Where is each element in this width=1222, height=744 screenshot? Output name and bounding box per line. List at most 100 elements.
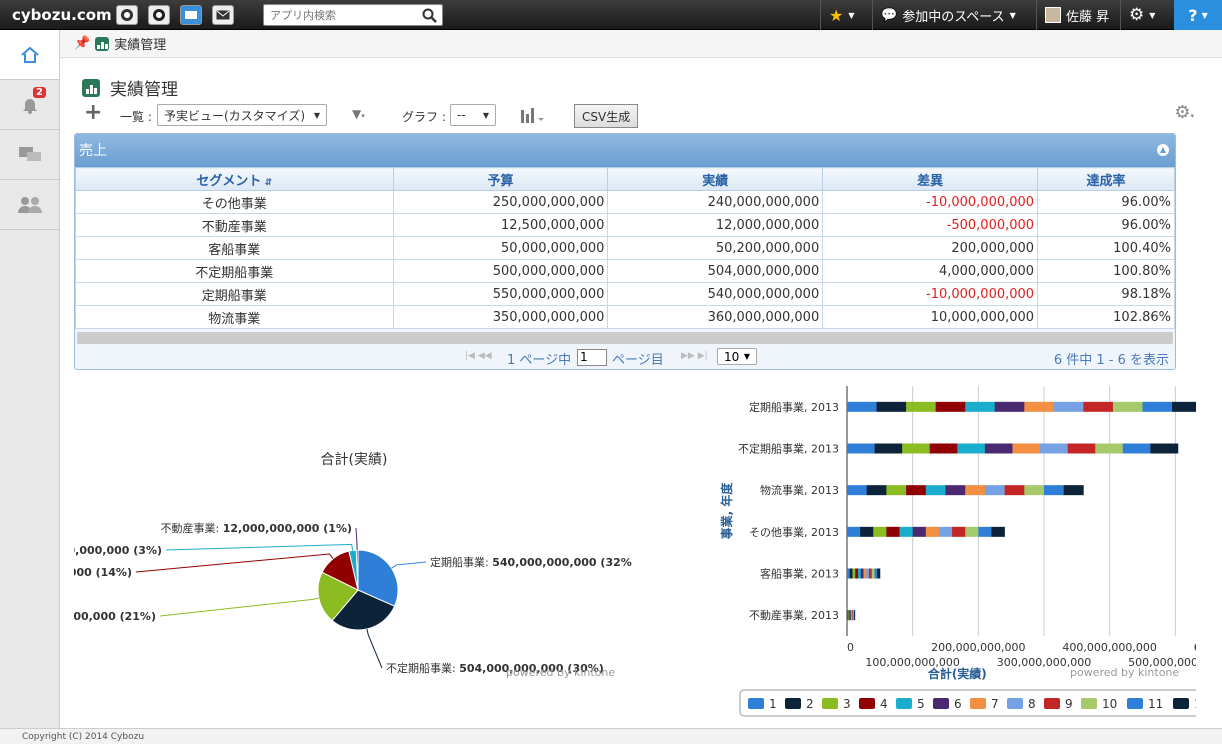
bar-segment[interactable] [1004,485,1025,496]
bar-segment[interactable] [866,485,887,496]
bar-segment[interactable] [965,485,986,496]
bar-segment[interactable] [994,401,1025,412]
bar-segment[interactable] [854,610,856,621]
chart-type-icon[interactable] [520,106,546,127]
bar-segment[interactable] [925,485,946,496]
legend-swatch[interactable] [1127,698,1143,709]
garoon-icon[interactable] [116,5,138,25]
legend-label[interactable]: 1 [769,697,777,711]
legend-swatch[interactable] [822,698,838,709]
bar-segment[interactable] [978,526,992,537]
column-header[interactable]: 実績 [607,167,824,191]
mail-icon[interactable] [212,5,234,25]
table-row[interactable]: 物流事業 350,000,000,000 360,000,000,000 10,000… [75,305,1175,329]
bar-segment[interactable] [945,485,966,496]
bar-segment[interactable] [874,443,903,454]
sidebar-item-people[interactable] [0,180,59,230]
view-select[interactable]: 予実ビュー(カスタマイズ) ▼ [157,104,327,126]
add-record-icon[interactable]: + [84,100,102,125]
bar-segment[interactable] [935,401,966,412]
bar-segment[interactable] [912,526,927,537]
legend-swatch[interactable] [896,698,912,709]
bar-segment[interactable] [1067,443,1096,454]
legend-swatch[interactable] [1007,698,1023,709]
legend-label[interactable]: 6 [954,697,962,711]
legend-label[interactable]: 5 [917,697,925,711]
legend-swatch[interactable] [1173,698,1189,709]
favorites-button[interactable]: ★ ▼ [820,0,872,30]
bar-segment[interactable] [965,526,979,537]
bar-segment[interactable] [1095,443,1124,454]
bar-segment[interactable] [929,443,958,454]
bar-segment[interactable] [847,568,851,579]
bar-segment[interactable] [1083,401,1114,412]
pin-icon[interactable]: 📌 [74,36,90,51]
legend-swatch[interactable] [970,698,986,709]
csv-export-button[interactable]: CSV生成 [574,104,639,128]
legend-label[interactable]: 7 [991,697,999,711]
search-input[interactable] [270,5,420,25]
sort-icon[interactable]: ⇵ [261,178,273,188]
collapse-icon[interactable]: ▲ [1157,144,1169,156]
column-header[interactable]: 差異 [822,167,1039,191]
bar-segment[interactable] [876,401,907,412]
legend-label[interactable]: 12 [1194,697,1196,711]
search-icon[interactable] [422,8,437,23]
legend-swatch[interactable] [859,698,875,709]
bar-segment[interactable] [1112,401,1143,412]
bar-segment[interactable] [991,526,1005,537]
bar-segment[interactable] [1040,443,1068,454]
user-menu[interactable]: 佐藤 昇 [1036,0,1120,30]
bar-segment[interactable] [847,401,877,412]
office-icon[interactable] [148,5,170,25]
graph-select[interactable]: -- ▼ [450,104,496,126]
search-box[interactable] [263,4,443,26]
bar-segment[interactable] [965,401,996,412]
table-row[interactable]: その他事業 250,000,000,000 240,000,000,000 -10,0… [75,190,1175,214]
legend-swatch[interactable] [1044,698,1060,709]
legend-label[interactable]: 3 [843,697,851,711]
next-page-icon[interactable]: ▶▶ ▶| [681,351,708,361]
legend-swatch[interactable] [748,698,764,709]
bar-segment[interactable] [906,485,927,496]
bar-segment[interactable] [847,443,875,454]
bar-segment[interactable] [1024,485,1045,496]
bar-segment[interactable] [857,568,862,579]
cybozu-logo[interactable]: cybozu.com [12,6,112,24]
bar-segment[interactable] [1172,401,1196,412]
bar-segment[interactable] [1063,485,1084,496]
bar-segment[interactable] [984,485,1005,496]
bar-segment[interactable] [860,526,874,537]
kintone-icon[interactable] [180,5,202,25]
legend-label[interactable]: 2 [806,697,814,711]
bar-segment[interactable] [1053,401,1084,412]
legend-label[interactable]: 8 [1028,697,1036,711]
sidebar-item-messages[interactable] [0,130,59,180]
legend-swatch[interactable] [785,698,801,709]
help-menu[interactable]: ? ▼ [1174,0,1222,30]
bar-segment[interactable] [984,443,1013,454]
bar-segment[interactable] [925,526,940,537]
bar-segment[interactable] [877,568,881,579]
bar-segment[interactable] [873,526,887,537]
bar-segment[interactable] [871,568,875,579]
bar-segment[interactable] [874,568,878,579]
bar-segment[interactable] [886,526,900,537]
bar-segment[interactable] [906,401,936,412]
legend-label[interactable]: 11 [1148,697,1163,711]
bar-segment[interactable] [1044,485,1064,496]
bar-segment[interactable] [860,568,864,579]
table-row[interactable]: 客船事業 50,000,000,000 50,200,000,000 200,000,… [75,236,1175,260]
breadcrumb-app-name[interactable]: 実績管理 [114,34,166,53]
legend-swatch[interactable] [933,698,949,709]
bar-segment[interactable] [1024,401,1055,412]
bar-segment[interactable] [1122,443,1151,454]
legend-label[interactable]: 4 [880,697,888,711]
bar-segment[interactable] [868,568,873,579]
bar-segment[interactable] [847,526,861,537]
legend-label[interactable]: 10 [1102,697,1117,711]
legend-swatch[interactable] [1081,698,1097,709]
bar-segment[interactable] [957,443,986,454]
sidebar-item-home[interactable] [0,30,59,80]
bar-segment[interactable] [902,443,931,454]
